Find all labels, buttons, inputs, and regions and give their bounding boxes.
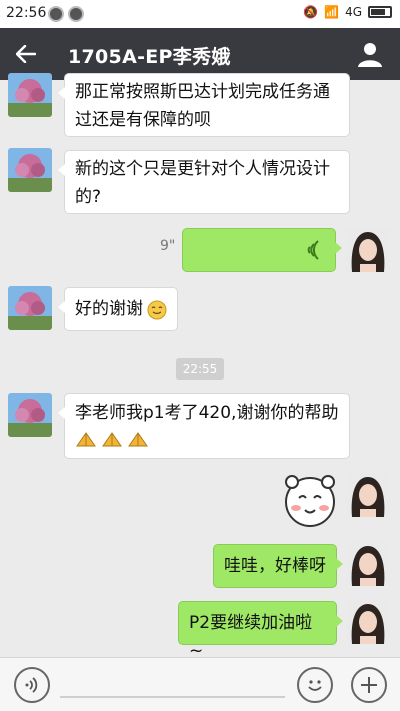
message-bubble[interactable]: 哇哇，好棒呀 [213, 544, 343, 588]
contact-avatar[interactable] [8, 148, 52, 192]
message-text: 新的这个只是更针对个人情况设计 [75, 159, 330, 179]
pray-emoji-icon [76, 432, 96, 447]
message-text: 哇哇，好棒呀 [224, 556, 326, 576]
timestamp: 22:55 [176, 358, 224, 380]
voice-message-bubble[interactable] [182, 228, 342, 272]
message-bubble[interactable]: 那正常按照斯巴达计划完成任务通 过还是有保障的呗 [58, 73, 350, 137]
contact-avatar[interactable] [8, 393, 52, 437]
contact-avatar[interactable] [8, 73, 52, 117]
voice-input-button[interactable] [14, 667, 50, 703]
mute-icon: 🔕 [303, 5, 319, 19]
app-notification-icon [48, 6, 64, 22]
status-time: 22:56 [6, 5, 47, 21]
battery-icon [368, 6, 392, 18]
message-bubble[interactable]: P2要继续加油啦~ [178, 601, 343, 661]
smile-emoji-icon [147, 300, 167, 320]
network-label: 4G [345, 5, 362, 19]
voice-input-icon [25, 677, 38, 693]
my-avatar[interactable] [346, 228, 390, 272]
message-text: 的? [75, 187, 102, 207]
profile-icon[interactable] [356, 40, 384, 68]
emoji-icon [308, 680, 322, 691]
message-text: P2要继续加油啦~ [189, 613, 313, 661]
message-bubble[interactable]: 好的谢谢 [58, 287, 178, 331]
emoji-row [75, 430, 339, 448]
pray-emoji-icon [102, 432, 122, 447]
bear-sticker[interactable] [282, 470, 338, 530]
status-bar: 22:56 🔕 📶 4G [0, 0, 400, 28]
emoji-button[interactable] [297, 667, 333, 703]
pray-emoji-icon [128, 432, 148, 447]
message-text: 过还是有保障的呗 [75, 110, 211, 130]
message-bubble[interactable]: 李老师我p1考了420,谢谢你的帮助 [58, 393, 350, 459]
my-avatar[interactable] [346, 473, 390, 517]
voice-duration: 9" [160, 238, 176, 254]
wifi-icon: 📶 [324, 5, 340, 19]
voice-wave-icon [307, 240, 319, 260]
plus-button[interactable] [351, 667, 387, 703]
plus-icon [361, 677, 377, 693]
message-text: 那正常按照斯巴达计划完成任务通 [75, 82, 330, 102]
back-button[interactable] [12, 40, 40, 68]
chat-title: 1705A-EP李秀娥 [68, 46, 231, 68]
back-arrow-icon [16, 45, 36, 63]
input-bar [0, 657, 400, 711]
message-text: 李老师我p1考了420,谢谢你的帮助 [75, 403, 339, 423]
message-bubble[interactable]: 新的这个只是更针对个人情况设计 的? [58, 150, 350, 214]
status-icons: 🔕 📶 4G [303, 5, 392, 19]
message-text: 好的谢谢 [75, 299, 143, 319]
my-avatar[interactable] [346, 542, 390, 586]
contact-avatar[interactable] [8, 286, 52, 330]
app-notification-icon [68, 6, 84, 22]
my-avatar[interactable] [346, 600, 390, 644]
message-input[interactable] [60, 696, 285, 698]
